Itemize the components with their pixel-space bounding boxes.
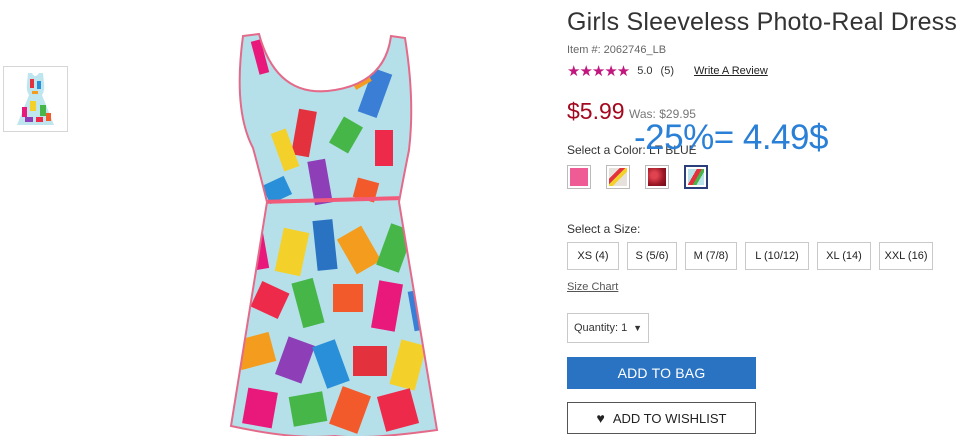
add-to-wishlist-button[interactable]: ♥ ADD TO WISHLIST bbox=[567, 402, 756, 434]
current-price: $5.99 bbox=[567, 98, 625, 124]
size-label: Select a Size: bbox=[567, 222, 641, 236]
dress-image bbox=[229, 32, 439, 439]
product-main-image[interactable] bbox=[215, 30, 455, 439]
size-option-m[interactable]: M (7/8) bbox=[685, 242, 737, 270]
size-option-xs[interactable]: XS (4) bbox=[567, 242, 619, 270]
write-review-link[interactable]: Write A Review bbox=[694, 65, 768, 77]
add-to-bag-button[interactable]: ADD TO BAG bbox=[567, 357, 756, 389]
size-options: XS (4) S (5/6) M (7/8) L (10/12) XL (14)… bbox=[567, 242, 933, 270]
swatch-pink[interactable] bbox=[567, 165, 591, 189]
product-title: Girls Sleeveless Photo-Real Dress bbox=[567, 8, 958, 36]
dress-thumbnail-image bbox=[17, 73, 54, 125]
size-option-xl[interactable]: XL (14) bbox=[817, 242, 871, 270]
review-count[interactable]: (5) bbox=[661, 65, 674, 77]
size-option-xxl[interactable]: XXL (16) bbox=[879, 242, 933, 270]
product-thumbnail[interactable] bbox=[3, 66, 68, 132]
quantity-select[interactable]: Quantity: 1 ▼ bbox=[567, 313, 649, 343]
add-to-wishlist-label: ADD TO WISHLIST bbox=[612, 410, 727, 426]
rating-score: 5.0 bbox=[637, 65, 653, 77]
size-chart-link[interactable]: Size Chart bbox=[567, 281, 618, 293]
rating-row: ★★★★★ 5.0 (5) Write A Review bbox=[567, 62, 768, 80]
swatch-print-light[interactable] bbox=[606, 165, 630, 189]
heart-icon: ♥ bbox=[596, 410, 605, 426]
color-swatches bbox=[567, 165, 708, 189]
discount-annotation: -25%= 4.49$ bbox=[634, 118, 828, 157]
item-number: Item #: 2062746_LB bbox=[567, 44, 667, 56]
swatch-lt-blue[interactable] bbox=[684, 165, 708, 189]
star-rating-icon: ★★★★★ bbox=[567, 63, 630, 80]
size-option-l[interactable]: L (10/12) bbox=[745, 242, 809, 270]
swatch-berry-red[interactable] bbox=[645, 165, 669, 189]
quantity-value: Quantity: 1 bbox=[574, 322, 628, 334]
size-option-s[interactable]: S (5/6) bbox=[627, 242, 677, 270]
caret-down-icon: ▼ bbox=[633, 323, 642, 333]
